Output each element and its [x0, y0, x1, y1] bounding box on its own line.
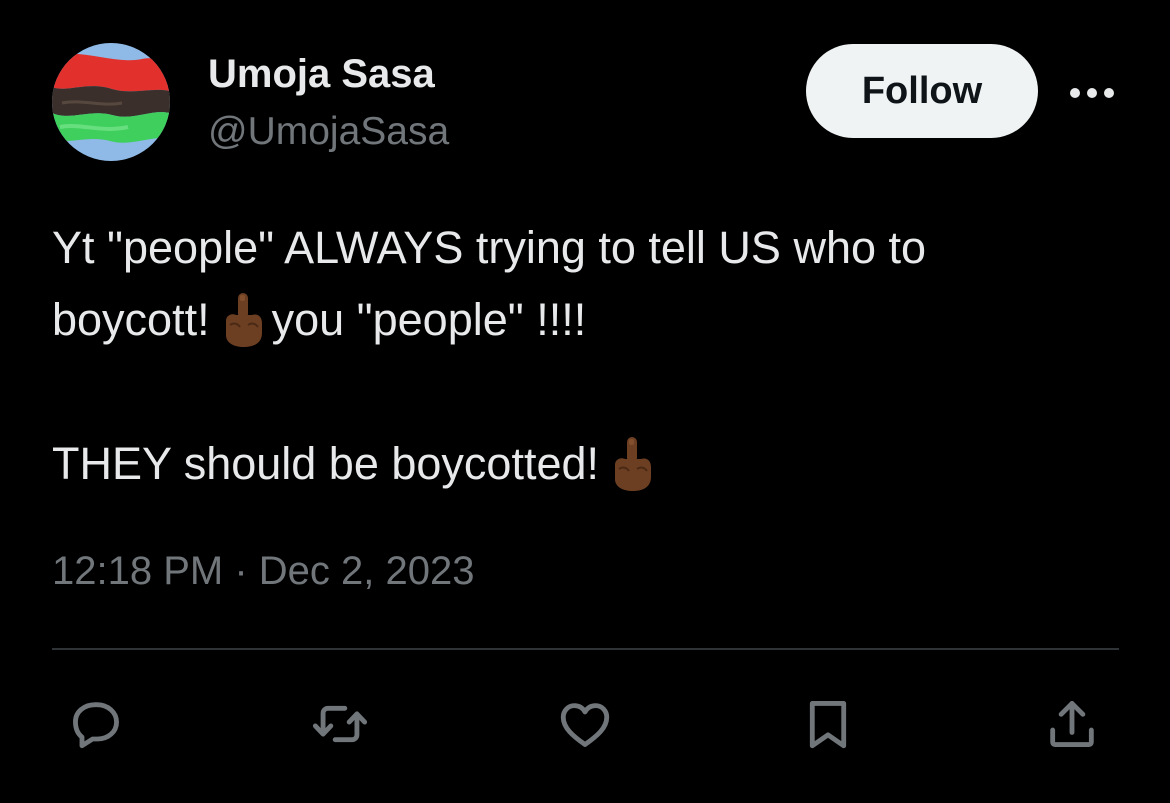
bookmark-button[interactable] — [796, 692, 860, 756]
tweet-line-1: Yt "people" ALWAYS trying to tell US who… — [52, 222, 927, 273]
follow-button[interactable]: Follow — [806, 44, 1038, 138]
share-button[interactable] — [1040, 692, 1104, 756]
middle-finger-emoji-icon — [218, 291, 268, 349]
avatar[interactable] — [52, 43, 170, 161]
tweet-line-2: boycott! you "people" !!!! — [52, 284, 1122, 356]
tweet-line-2-end: you "people" !!!! — [271, 294, 587, 345]
tweet-line-2-start: boycott! — [52, 294, 210, 345]
tweet-line-3-text: THEY should be boycotted! — [52, 438, 600, 489]
retweet-icon — [312, 705, 368, 743]
retweet-button[interactable] — [308, 692, 372, 756]
author-display-name[interactable]: Umoja Sasa — [208, 50, 435, 98]
author-handle[interactable]: @UmojaSasa — [208, 108, 449, 156]
share-icon — [1050, 701, 1094, 747]
like-button[interactable] — [553, 692, 617, 756]
tweet-blank-line — [52, 356, 1122, 428]
heart-icon — [560, 703, 610, 747]
flag-avatar-image — [52, 43, 170, 161]
tweet-text: Yt "people" ALWAYS trying to tell US who… — [52, 212, 1122, 500]
reply-button[interactable] — [64, 692, 128, 756]
more-horizontal-icon — [1070, 88, 1114, 98]
tweet-timestamp[interactable]: 12:18 PM · Dec 2, 2023 — [52, 545, 474, 597]
middle-finger-emoji-icon — [607, 435, 657, 493]
reply-icon — [73, 702, 119, 749]
tweet-line-3: THEY should be boycotted! — [52, 428, 1122, 500]
divider — [52, 648, 1119, 650]
follow-button-label: Follow — [861, 69, 983, 112]
more-options-button[interactable] — [1064, 76, 1120, 110]
bookmark-icon — [809, 701, 847, 749]
